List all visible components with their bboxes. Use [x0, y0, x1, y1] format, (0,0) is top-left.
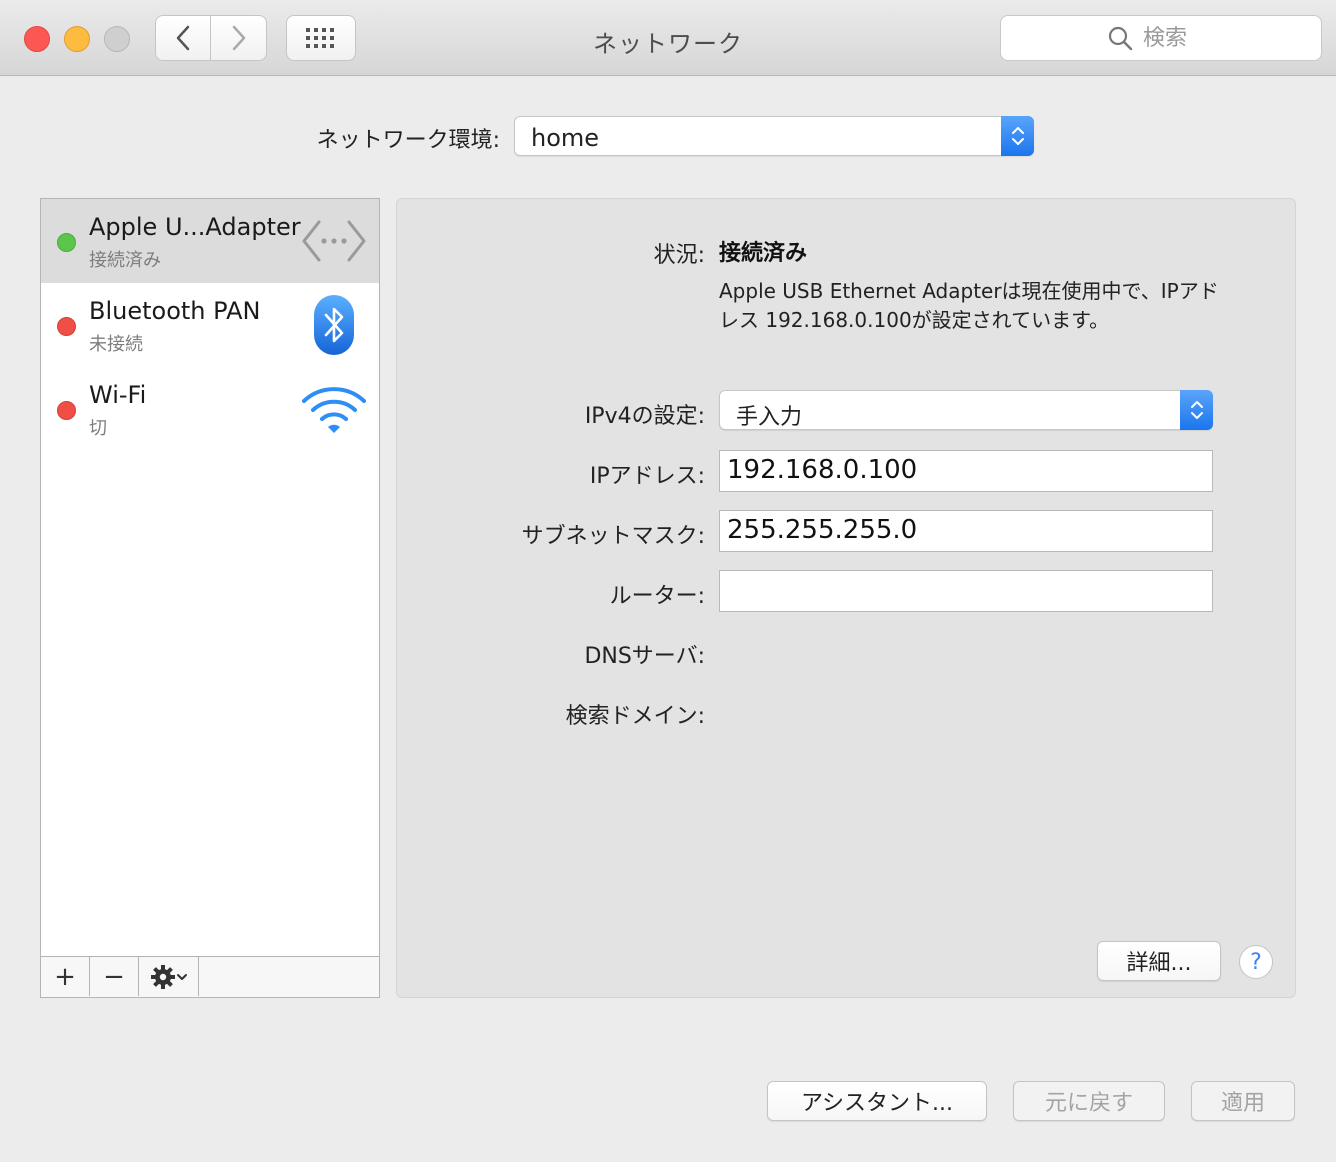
advanced-button[interactable]: 詳細... [1097, 941, 1221, 981]
gear-icon [150, 964, 175, 989]
wifi-icon [301, 377, 367, 441]
status-dot-disconnected [57, 401, 76, 420]
up-down-chevron-icon [1190, 401, 1203, 419]
search-input[interactable] [1141, 24, 1215, 52]
ipv4-config-popup[interactable]: 手入力 [719, 390, 1213, 430]
location-value: home [531, 124, 600, 152]
ethernet-icon [301, 209, 367, 273]
assistant-button[interactable]: アシスタント... [767, 1081, 987, 1121]
service-detail-panel: 状況: 接続済み Apple USB Ethernet Adapterは現在使用… [396, 198, 1296, 998]
service-name: Wi-Fi [89, 381, 147, 409]
apply-button[interactable]: 適用 [1191, 1081, 1295, 1121]
minus-icon: − [103, 961, 125, 992]
service-item-apple-usb-adapter[interactable]: Apple U...Adapter 接続済み [41, 199, 379, 283]
service-name: Apple U...Adapter [89, 213, 301, 241]
subnet-mask-field[interactable]: 255.255.255.0 [719, 510, 1213, 552]
bluetooth-icon [301, 293, 367, 357]
location-popup-stepper[interactable] [1001, 116, 1034, 156]
status-label: 状況: [653, 243, 705, 268]
service-status: 未接続 [89, 334, 143, 355]
status-dot-disconnected [57, 317, 76, 336]
search-domain-label: 検索ドメイン: [565, 704, 705, 729]
location-popup[interactable]: home [514, 116, 1034, 156]
router-label: ルーター: [609, 584, 705, 609]
status-description: Apple USB Ethernet Adapterは現在使用中で、IPアドレス… [719, 279, 1219, 332]
ipv4-config-label: IPv4の設定: [584, 404, 705, 429]
service-name: Bluetooth PAN [89, 297, 261, 325]
subnet-mask-label: サブネットマスク: [521, 524, 705, 549]
router-field[interactable] [719, 570, 1213, 612]
add-service-button[interactable]: + [41, 957, 90, 996]
up-down-chevron-icon [1011, 127, 1024, 145]
service-status: 接続済み [89, 250, 161, 271]
ip-address-label: IPアドレス: [589, 464, 705, 489]
chevron-down-icon [176, 973, 187, 980]
ipv4-config-value: 手入力 [736, 405, 803, 430]
remove-service-button[interactable]: − [90, 957, 139, 996]
plus-icon: + [54, 961, 76, 992]
service-item-wifi[interactable]: Wi-Fi 切 [41, 367, 379, 451]
status-dot-connected [57, 233, 76, 252]
service-item-bluetooth-pan[interactable]: Bluetooth PAN 未接続 [41, 283, 379, 367]
help-button[interactable]: ? [1239, 945, 1273, 979]
ip-address-field[interactable]: 192.168.0.100 [719, 450, 1213, 492]
revert-button[interactable]: 元に戻す [1013, 1081, 1165, 1121]
search-field[interactable] [1000, 15, 1322, 61]
network-preferences-window: ネットワーク ネットワーク環境: home Apple U...Adapter … [0, 0, 1336, 1162]
dns-server-label: DNSサーバ: [584, 644, 705, 669]
search-icon [1108, 26, 1133, 51]
service-status: 切 [89, 418, 107, 439]
title-bar: ネットワーク [0, 0, 1336, 76]
location-label: ネットワーク環境: [316, 128, 500, 153]
action-menu-button[interactable] [139, 957, 199, 996]
status-value: 接続済み [719, 241, 808, 266]
service-list-toolbar: + − [41, 956, 379, 997]
service-list: Apple U...Adapter 接続済み Bluetooth PAN 未接続 [40, 198, 380, 998]
ipv4-popup-stepper[interactable] [1180, 390, 1213, 430]
